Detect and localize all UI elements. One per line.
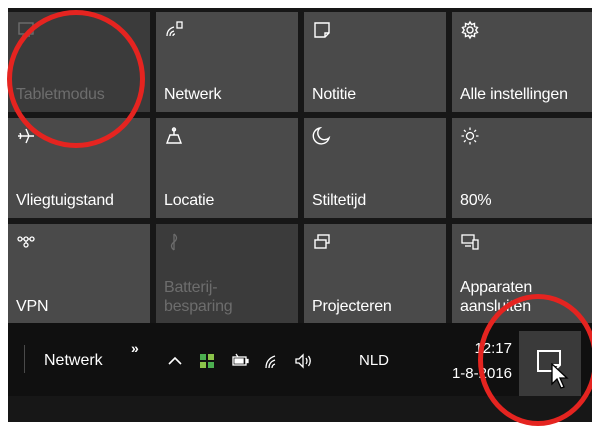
volume-icon[interactable] xyxy=(292,349,316,373)
tile-label: Locatie xyxy=(164,192,215,209)
airplane-icon xyxy=(15,125,37,147)
tile-all-settings[interactable]: Alle instellingen xyxy=(452,12,592,112)
tablet-mode-icon xyxy=(15,19,37,41)
tile-project[interactable]: Projecteren xyxy=(304,224,446,324)
tile-airplane-mode[interactable]: Vliegtuigstand xyxy=(8,118,150,218)
app-tray-icon[interactable] xyxy=(195,349,219,373)
input-language[interactable]: NLD xyxy=(359,352,389,369)
tile-label: 80% xyxy=(460,192,492,209)
battery-icon[interactable] xyxy=(228,349,252,373)
toolbar-overflow-chevron[interactable]: » xyxy=(131,340,139,356)
tile-quiet-hours[interactable]: Stiltetijd xyxy=(304,118,446,218)
tile-connect[interactable]: Apparaten aansluiten xyxy=(452,224,592,324)
tile-label: Alle instellingen xyxy=(460,86,568,103)
bottom-strip xyxy=(8,396,592,422)
moon-icon xyxy=(311,125,333,147)
tile-label: Projecteren xyxy=(312,298,392,315)
tile-network[interactable]: Netwerk xyxy=(156,12,298,112)
taskbar: Netwerk » NLD 12:17 1-8-2016 xyxy=(8,323,592,396)
vpn-icon xyxy=(15,231,37,253)
battery-saver-icon xyxy=(163,231,185,253)
tile-label: Batterij-besparing xyxy=(164,279,233,315)
gear-icon xyxy=(459,19,481,41)
tile-label: Apparaten aansluiten xyxy=(460,279,533,315)
toolbar-separator xyxy=(24,345,25,373)
tile-label: VPN xyxy=(16,298,49,315)
tile-battery-saver[interactable]: Batterij-besparing xyxy=(156,224,298,324)
tile-tablet-mode[interactable]: Tabletmodus xyxy=(8,12,150,112)
action-center-button[interactable] xyxy=(519,331,581,396)
toolbar-network-label[interactable]: Netwerk xyxy=(44,352,103,370)
connect-devices-icon xyxy=(459,231,481,253)
location-icon xyxy=(163,125,185,147)
note-icon xyxy=(311,19,333,41)
mouse-cursor-icon xyxy=(551,363,569,389)
tile-label: Stiltetijd xyxy=(312,192,367,209)
tile-label: Netwerk xyxy=(164,86,222,103)
tile-vpn[interactable]: VPN xyxy=(8,224,150,324)
clock-time: 12:17 xyxy=(474,340,512,357)
tile-location[interactable]: Locatie xyxy=(156,118,298,218)
network-wifi-icon xyxy=(163,19,185,41)
show-hidden-icons-icon[interactable] xyxy=(163,349,187,373)
project-icon xyxy=(311,231,333,253)
tile-note[interactable]: Notitie xyxy=(304,12,446,112)
clock[interactable]: 12:17 1-8-2016 xyxy=(426,336,512,386)
tile-label: Tabletmodus xyxy=(16,86,105,103)
tile-label: Vliegtuigstand xyxy=(16,192,114,209)
brightness-icon xyxy=(459,125,481,147)
tile-label: Notitie xyxy=(312,86,356,103)
clock-date: 1-8-2016 xyxy=(451,365,512,382)
tile-brightness[interactable]: 80% xyxy=(452,118,592,218)
wifi-icon[interactable] xyxy=(261,349,285,373)
